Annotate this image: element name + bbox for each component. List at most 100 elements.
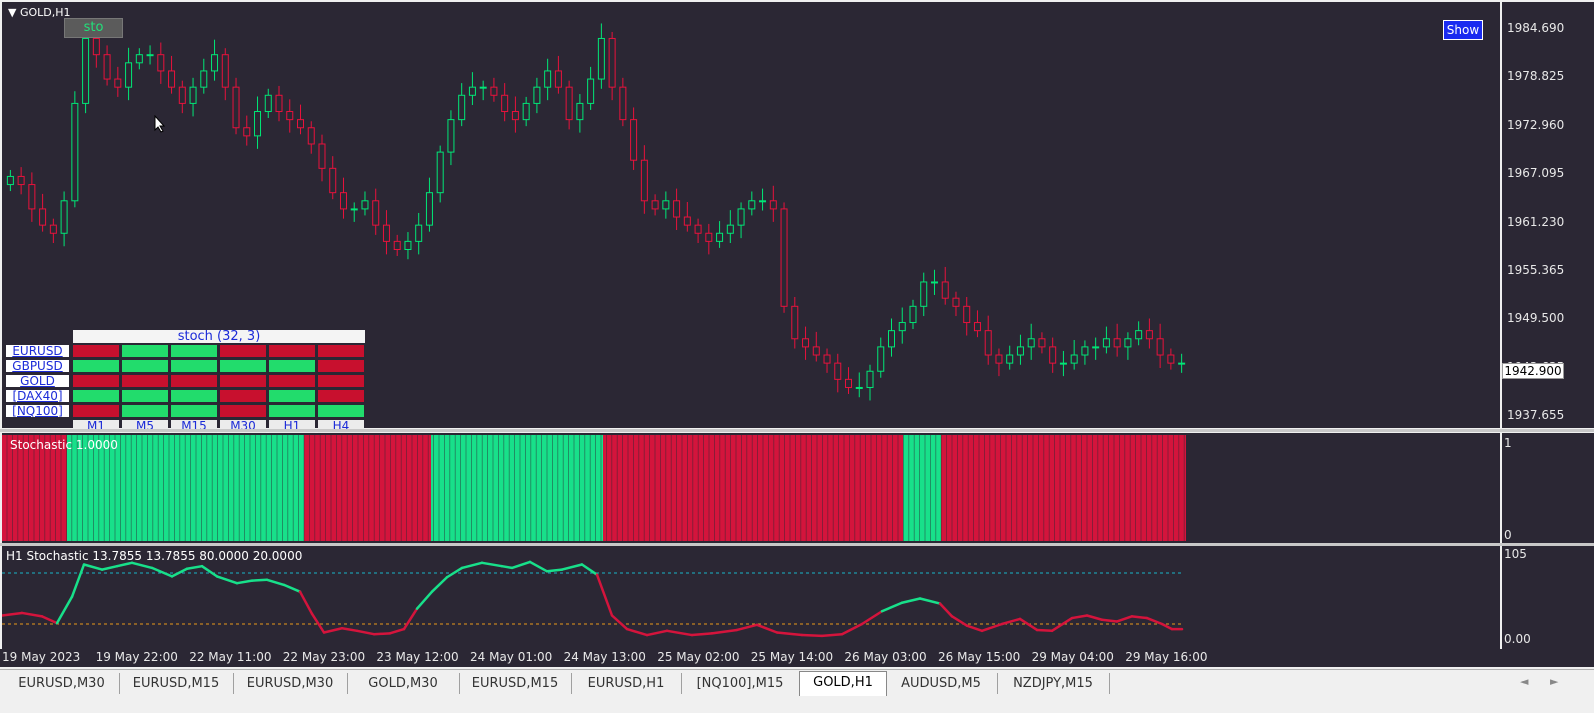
candle-body xyxy=(748,200,756,210)
candle-body xyxy=(1156,338,1164,356)
candle-body xyxy=(254,111,262,137)
h1-stochastic-segment xyxy=(735,623,759,632)
h1-stochastic-segment xyxy=(355,629,376,636)
candle-body xyxy=(436,151,444,194)
candle-body xyxy=(157,54,165,72)
h1-axis-bottom: 0.00 xyxy=(1504,632,1531,646)
stoch-table-symbol[interactable]: EURUSD xyxy=(6,345,69,357)
stochastic-label: Stochastic 1.0000 xyxy=(10,438,118,452)
candle-body xyxy=(726,224,734,234)
candle-body xyxy=(995,354,1003,364)
candle-body xyxy=(662,200,670,210)
stoch-table-symbol[interactable]: [NQ100] xyxy=(6,405,69,417)
stoch-table-cell xyxy=(269,405,315,417)
candle-body xyxy=(984,330,992,356)
h1-stochastic-segment xyxy=(1085,614,1104,621)
tab-scroll-right-icon[interactable]: ► xyxy=(1550,675,1558,688)
h1-stochastic-pane[interactable]: H1 Stochastic 13.7855 13.7855 80.0000 20… xyxy=(2,546,1500,649)
time-tick-label: 24 May 13:00 xyxy=(563,650,646,664)
price-tick-label: 1967.095 xyxy=(1507,166,1565,181)
candle-body xyxy=(888,330,895,348)
h1-stochastic-segment xyxy=(322,627,344,634)
h1-stochastic-segment xyxy=(215,575,239,585)
candle-body xyxy=(297,119,304,129)
candle-body xyxy=(511,111,519,121)
candle-body xyxy=(60,200,68,234)
chart-tab[interactable]: NZDJPY,M15 xyxy=(997,673,1110,694)
chart-tab[interactable]: EURUSD,H1 xyxy=(571,673,682,694)
h1-stochastic-segment xyxy=(595,573,614,617)
candle-body xyxy=(1081,346,1089,356)
stoch-table-symbol[interactable]: GBPUSD xyxy=(6,360,69,372)
candle-body xyxy=(307,127,315,145)
chart-tab[interactable]: [NQ100],M15 xyxy=(681,673,800,694)
time-tick-label: 29 May 04:00 xyxy=(1031,650,1114,664)
h1-stochastic-segment xyxy=(402,607,419,631)
candle-body xyxy=(103,54,111,80)
candle-body xyxy=(1070,354,1078,364)
h1-stochastic-segment xyxy=(40,615,59,625)
mouse-cursor-icon xyxy=(154,114,166,137)
stoch-table-cell xyxy=(269,360,315,372)
h1-stochastic-segment xyxy=(235,579,254,585)
stochastic-scale[interactable]: 1 0 xyxy=(1502,433,1594,543)
candle-body xyxy=(1016,346,1024,356)
h1-stochastic-segment xyxy=(340,627,359,633)
h1-stochastic-segment xyxy=(775,631,804,637)
candle-body xyxy=(716,232,724,242)
chart-tab[interactable]: AUDUSD,M5 xyxy=(885,673,998,694)
chart-tab[interactable]: EURUSD,M30 xyxy=(233,673,348,694)
candle-body xyxy=(597,37,605,80)
candle-body xyxy=(802,338,810,348)
h1-stochastic-segment xyxy=(690,632,714,637)
stochastic-pane[interactable]: Stochastic 1.0000 xyxy=(2,433,1500,543)
candle-body xyxy=(554,70,562,88)
show-button[interactable]: Show xyxy=(1443,20,1483,40)
candle-body xyxy=(264,94,272,113)
candle-body xyxy=(1027,338,1035,348)
sto-button[interactable]: sto xyxy=(64,18,123,38)
candle-body xyxy=(973,322,981,332)
candle-body xyxy=(576,102,584,121)
chart-tab[interactable]: EURUSD,M15 xyxy=(119,673,234,694)
h1-stochastic-scale[interactable]: 105 0.00 xyxy=(1502,546,1594,649)
chart-tab[interactable]: GOLD,M30 xyxy=(347,673,460,694)
time-axis[interactable]: 19 May 2023 19 May 22:00 22 May 11:00 22 Ma… xyxy=(0,649,1594,667)
candle-body xyxy=(930,281,938,284)
pane-separator[interactable] xyxy=(0,429,1594,432)
h1-stochastic-segment xyxy=(2,611,24,617)
candle-body xyxy=(114,78,122,88)
stoch-table-symbol[interactable]: GOLD xyxy=(6,375,69,387)
candle-body xyxy=(17,175,25,186)
tab-scroll-left-icon[interactable]: ◄ xyxy=(1520,675,1528,688)
h1-stochastic-segment xyxy=(415,590,434,610)
candle-body xyxy=(211,54,219,72)
chart-tab[interactable]: EURUSD,M30 xyxy=(4,673,120,694)
stochastic-bars xyxy=(2,435,1186,541)
h1-stochastic-segment xyxy=(100,564,119,571)
chart-tab[interactable]: EURUSD,M15 xyxy=(459,673,572,694)
h1-stochastic-segment xyxy=(70,563,86,599)
candle-body xyxy=(941,281,949,299)
h1-stochastic-segment xyxy=(1160,622,1174,631)
chart-tab[interactable]: GOLD,H1 xyxy=(799,671,887,696)
chart-tabs-bar: ◄ ► EURUSD,M30 EURUSD,M15 EURUSD,M30 GOLD,M… xyxy=(0,669,1594,698)
candle-body xyxy=(479,86,487,89)
stoch-table-cell xyxy=(73,390,119,402)
price-chart-pane[interactable]: ▼ GOLD,H1 sto Show stoch (32, 3) EURUSD G… xyxy=(2,2,1500,433)
collapse-triangle-icon[interactable]: ▼ xyxy=(8,6,16,19)
stoch-table-cell xyxy=(220,345,266,357)
candle-body xyxy=(393,240,401,250)
stoch-table-cell xyxy=(73,360,119,372)
candle-body xyxy=(963,305,971,324)
stoch-table-cell xyxy=(171,390,217,402)
stoch-table-cell xyxy=(122,360,168,372)
candle-body xyxy=(404,240,412,250)
candle-body xyxy=(1102,338,1110,348)
stoch-table-symbol[interactable]: [DAX40] xyxy=(6,390,69,402)
stoch-table-cell xyxy=(122,390,168,402)
h1-stochastic-segment xyxy=(1035,628,1054,633)
candle-body xyxy=(651,200,659,210)
candle-body xyxy=(1113,338,1121,348)
h1-stochastic-segment xyxy=(282,583,302,593)
